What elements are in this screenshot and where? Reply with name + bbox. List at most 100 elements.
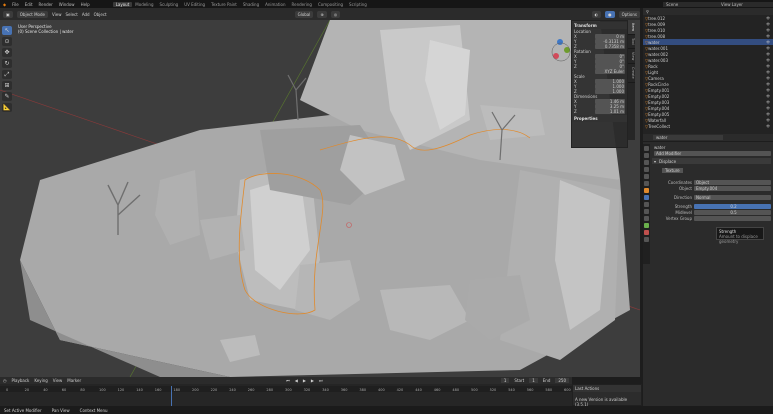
- start-frame-field[interactable]: 1: [529, 378, 538, 383]
- tab-uv-editing[interactable]: UV Editing: [181, 2, 208, 7]
- visibility-eye-icon[interactable]: 👁: [766, 16, 770, 20]
- tab-shading[interactable]: Shading: [240, 2, 262, 7]
- loc-z-field[interactable]: 0.7358 m: [595, 44, 625, 49]
- tab-compositing[interactable]: Compositing: [315, 2, 346, 7]
- jump-start-icon[interactable]: ⏮: [286, 378, 290, 383]
- 3d-viewport[interactable]: [0, 20, 640, 377]
- tab-layout[interactable]: Layout: [112, 1, 133, 7]
- tab-item[interactable]: Item: [628, 20, 635, 35]
- physics-tab-icon[interactable]: [644, 209, 649, 214]
- object-field[interactable]: Empty.004: [694, 185, 771, 191]
- visibility-eye-icon[interactable]: 👁: [766, 52, 770, 56]
- menu-help[interactable]: Help: [78, 2, 93, 7]
- menu-object[interactable]: Object: [94, 12, 107, 17]
- direction-dropdown[interactable]: Normal: [694, 194, 771, 200]
- vertex-group-field[interactable]: [694, 215, 771, 221]
- tab-animation[interactable]: Animation: [262, 2, 288, 7]
- select-box-icon[interactable]: ↖: [2, 26, 12, 35]
- dim-z-field[interactable]: 1.01 m: [595, 109, 625, 114]
- menu-edit[interactable]: Edit: [22, 2, 36, 7]
- move-icon[interactable]: ✥: [2, 48, 12, 57]
- world-tab-icon[interactable]: [644, 181, 649, 186]
- play-icon[interactable]: ▶: [303, 378, 306, 383]
- current-frame-field[interactable]: 1: [500, 378, 510, 383]
- next-key-icon[interactable]: ▶: [311, 378, 314, 383]
- menu-add[interactable]: Add: [82, 12, 90, 17]
- object-name-field[interactable]: water: [653, 135, 723, 140]
- visibility-eye-icon[interactable]: 👁: [766, 124, 770, 128]
- visibility-eye-icon[interactable]: 👁: [766, 82, 770, 86]
- rotate-icon[interactable]: ↻: [2, 59, 12, 68]
- menu-file[interactable]: File: [9, 2, 22, 7]
- jump-end-icon[interactable]: ⏭: [319, 378, 323, 383]
- visibility-eye-icon[interactable]: 👁: [766, 112, 770, 116]
- menu-view[interactable]: View: [52, 12, 62, 17]
- mode-dropdown[interactable]: Object Mode: [16, 10, 48, 18]
- tab-tool[interactable]: Tool: [628, 35, 635, 49]
- tab-create[interactable]: Create: [628, 64, 635, 83]
- outliner-row[interactable]: ▽ TreeCollect 👁: [643, 123, 773, 129]
- shading-solid-icon[interactable]: ●: [605, 10, 615, 18]
- modifier-tab-icon[interactable]: [644, 195, 649, 200]
- visibility-eye-icon[interactable]: 👁: [766, 70, 770, 74]
- menu-playback[interactable]: Playback: [12, 378, 30, 383]
- measure-icon[interactable]: 📐: [2, 103, 12, 112]
- visibility-eye-icon[interactable]: 👁: [766, 34, 770, 38]
- transform-orientation-dropdown[interactable]: Global: [294, 10, 314, 18]
- texture-field[interactable]: Texture: [662, 167, 683, 173]
- editor-type-button[interactable]: ▣: [3, 10, 13, 18]
- visibility-eye-icon[interactable]: 👁: [766, 94, 770, 98]
- tab-rendering[interactable]: Rendering: [289, 2, 315, 7]
- constraints-tab-icon[interactable]: [644, 216, 649, 221]
- visibility-eye-icon[interactable]: 👁: [766, 40, 770, 44]
- tab-modeling[interactable]: Modeling: [132, 2, 156, 7]
- scene-selector[interactable]: Scene: [663, 1, 718, 7]
- coordinates-dropdown[interactable]: Object: [694, 179, 771, 185]
- modifier-name-field[interactable]: Displace: [659, 159, 676, 164]
- visibility-eye-icon[interactable]: 👁: [766, 58, 770, 62]
- visibility-eye-icon[interactable]: 👁: [766, 64, 770, 68]
- menu-select[interactable]: Select: [65, 12, 77, 17]
- menu-marker[interactable]: Marker: [67, 378, 81, 383]
- material-tab-icon[interactable]: [644, 230, 649, 235]
- transform-header[interactable]: Transform: [572, 22, 627, 29]
- visibility-eye-icon[interactable]: 👁: [766, 88, 770, 92]
- menu-keying[interactable]: Keying: [34, 378, 47, 383]
- visibility-eye-icon[interactable]: 👁: [766, 100, 770, 104]
- view-layer-tab-icon[interactable]: [644, 167, 649, 172]
- expand-icon[interactable]: ▾: [654, 159, 656, 164]
- options-dropdown[interactable]: Options: [618, 10, 640, 18]
- prev-key-icon[interactable]: ◀: [295, 378, 298, 383]
- add-modifier-dropdown[interactable]: Add Modifier: [654, 150, 771, 156]
- tool-tab-icon[interactable]: [644, 146, 649, 151]
- scene-tab-icon[interactable]: [644, 174, 649, 179]
- proportional-edit-icon[interactable]: ◎: [330, 10, 341, 18]
- outliner-filter-icon[interactable]: ⚲: [646, 9, 649, 14]
- strength-field[interactable]: 0.2: [694, 203, 771, 209]
- end-frame-field[interactable]: 250: [555, 378, 569, 383]
- timeline-editor-icon[interactable]: ◷: [3, 378, 7, 383]
- render-tab-icon[interactable]: [644, 153, 649, 158]
- menu-timeline-view[interactable]: View: [53, 378, 63, 383]
- tab-view[interactable]: View: [628, 49, 635, 65]
- texture-tab-icon[interactable]: [644, 237, 649, 242]
- object-tab-icon[interactable]: [644, 188, 649, 193]
- menu-render[interactable]: Render: [36, 2, 56, 7]
- menu-window[interactable]: Window: [56, 2, 78, 7]
- tab-sculpting[interactable]: Sculpting: [157, 2, 182, 7]
- annotate-icon[interactable]: ✎: [2, 92, 12, 101]
- playhead[interactable]: [171, 386, 172, 406]
- data-tab-icon[interactable]: [644, 223, 649, 228]
- last-operator-title[interactable]: Last Actions: [573, 385, 641, 392]
- output-tab-icon[interactable]: [644, 160, 649, 165]
- rotation-mode-dropdown[interactable]: XYZ Euler: [595, 69, 625, 74]
- tab-scripting[interactable]: Scripting: [346, 2, 370, 7]
- visibility-eye-icon[interactable]: 👁: [766, 22, 770, 26]
- view-layer-selector[interactable]: View Layer: [718, 1, 773, 7]
- tab-texture-paint[interactable]: Texture Paint: [208, 2, 240, 7]
- particles-tab-icon[interactable]: [644, 202, 649, 207]
- scale-z-field[interactable]: 1.000: [595, 89, 625, 94]
- visibility-eye-icon[interactable]: 👁: [766, 118, 770, 122]
- snap-icon[interactable]: ⊕: [317, 10, 327, 18]
- visibility-eye-icon[interactable]: 👁: [766, 106, 770, 110]
